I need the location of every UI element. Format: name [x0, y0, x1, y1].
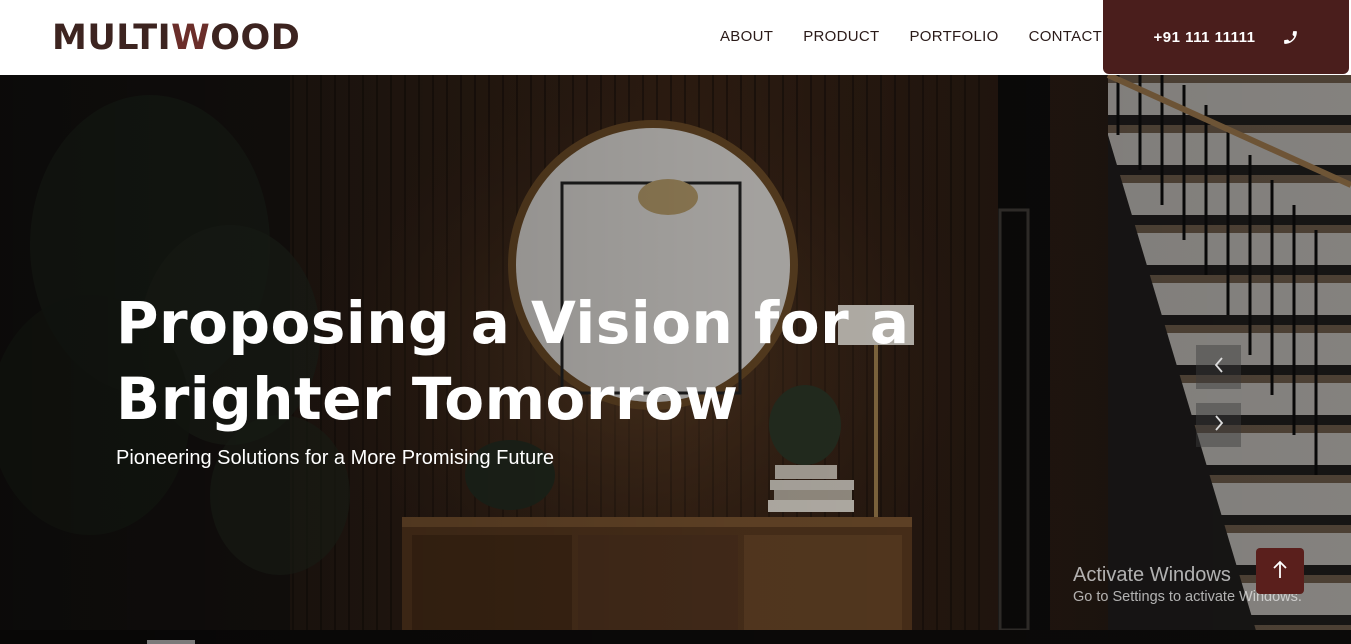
chevron-right-icon: [1213, 414, 1225, 437]
scroll-to-top-button[interactable]: [1256, 548, 1304, 594]
nav-link-portfolio[interactable]: PORTFOLIO: [909, 27, 998, 47]
hero-slider: Proposing a Vision for a Brighter Tomorr…: [0, 75, 1351, 644]
hero-title: Proposing a Vision for a Brighter Tomorr…: [116, 289, 910, 433]
phone-icon: [1282, 29, 1299, 46]
site-logo[interactable]: MULTIWOOD: [52, 18, 300, 58]
nav-link-contact[interactable]: CONTACT: [1029, 27, 1102, 47]
nav-link-about[interactable]: ABOUT: [720, 27, 773, 47]
nav-link-product[interactable]: PRODUCT: [803, 27, 879, 47]
hero-subtitle: Pioneering Solutions for a More Promisin…: [116, 447, 554, 469]
site-header: MULTIWOOD ABOUT PRODUCT PORTFOLIO CONTAC…: [0, 0, 1351, 75]
logo-text-multi: MULTI: [52, 18, 172, 58]
slide-indicator[interactable]: [147, 640, 195, 644]
slider-prev-button[interactable]: [1196, 345, 1241, 389]
slider-next-button[interactable]: [1196, 403, 1241, 447]
phone-button[interactable]: +91 111 11111: [1103, 0, 1349, 74]
chevron-left-icon: [1213, 356, 1225, 379]
logo-text-ood: OOD: [210, 18, 301, 58]
logo-text-w: W: [171, 18, 211, 58]
phone-number: +91 111 11111: [1153, 28, 1256, 46]
arrow-up-icon: [1272, 559, 1288, 584]
main-nav: ABOUT PRODUCT PORTFOLIO CONTACT: [720, 27, 1102, 47]
